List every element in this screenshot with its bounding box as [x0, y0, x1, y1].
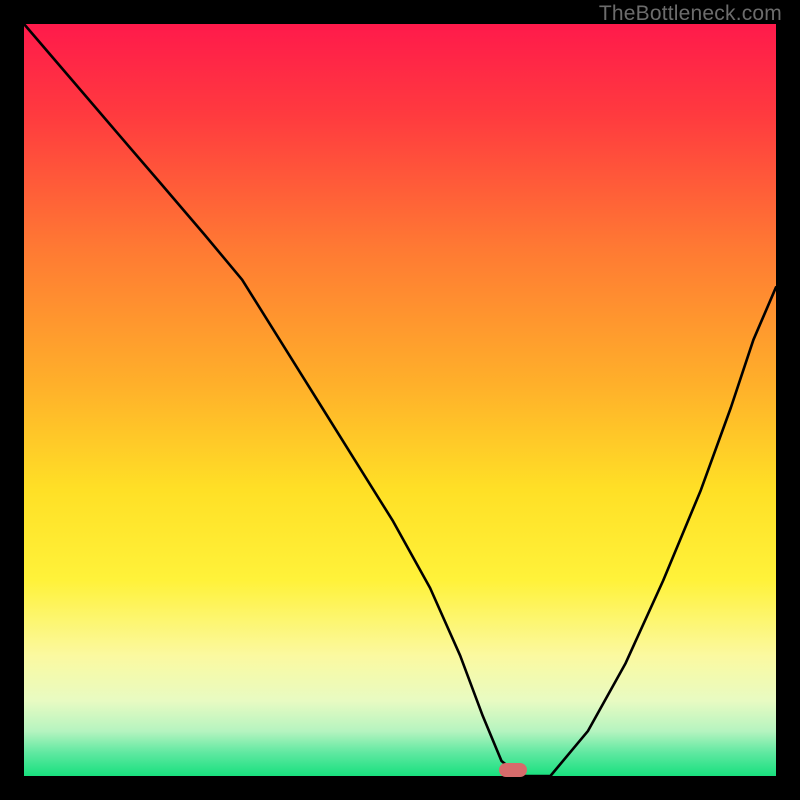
- optimum-marker: [499, 763, 527, 777]
- bottleneck-curve-svg: [24, 24, 776, 776]
- bottleneck-curve-path: [24, 24, 776, 776]
- plot-area: [24, 24, 776, 776]
- watermark-text: TheBottleneck.com: [599, 2, 782, 26]
- chart-frame: TheBottleneck.com: [0, 0, 800, 800]
